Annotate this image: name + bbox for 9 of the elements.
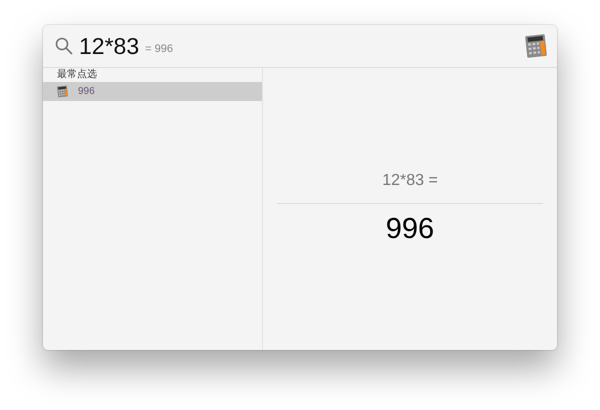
calculator-icon bbox=[57, 85, 68, 98]
section-title: 最常点选 bbox=[56, 68, 98, 82]
calculator-icon bbox=[525, 34, 547, 58]
expression-text: 12*83 = bbox=[382, 172, 438, 190]
result-row[interactable]: 996 bbox=[43, 82, 262, 101]
search-icon bbox=[55, 37, 73, 55]
inline-result: = 996 bbox=[145, 43, 173, 55]
search-query[interactable]: 12*83 bbox=[79, 32, 140, 60]
result-text: 996 bbox=[386, 213, 434, 246]
